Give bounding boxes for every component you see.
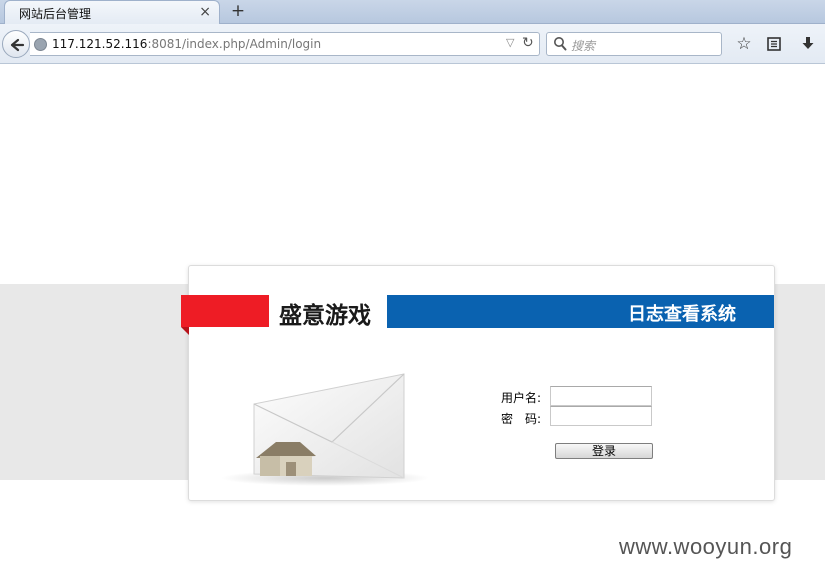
envelope-house-illustration	[221, 373, 429, 486]
active-tab[interactable]: 网站后台管理 ×	[4, 0, 220, 24]
tab-bar: 网站后台管理 × +	[0, 0, 825, 24]
system-title: 日志查看系统	[628, 304, 736, 325]
password-input[interactable]	[550, 406, 652, 426]
search-icon	[554, 37, 567, 51]
watermark: www.wooyun.org	[619, 534, 793, 559]
url-path: :8081/index.php/Admin/login	[147, 37, 322, 51]
brand-logo-text: 盛意游戏	[279, 303, 371, 329]
reload-icon[interactable]: ↻	[522, 35, 534, 51]
search-bar[interactable]: 搜索	[546, 32, 722, 56]
download-icon[interactable]	[798, 34, 818, 54]
new-tab-button[interactable]: +	[228, 1, 248, 21]
reading-list-icon[interactable]	[764, 34, 784, 54]
search-placeholder: 搜索	[571, 39, 596, 53]
address-bar[interactable]: 117.121.52.116:8081/index.php/Admin/logi…	[30, 32, 540, 56]
red-ribbon	[181, 295, 269, 327]
back-arrow-icon	[10, 38, 25, 52]
ribbon-fold	[181, 327, 189, 335]
tab-title: 网站后台管理	[19, 7, 92, 21]
bookmark-star-icon[interactable]: ☆	[734, 34, 754, 54]
username-label: 用户名:	[501, 391, 542, 405]
globe-icon	[34, 38, 47, 51]
navigation-toolbar: 117.121.52.116:8081/index.php/Admin/logi…	[0, 24, 825, 64]
url-host: 117.121.52.116	[52, 37, 148, 51]
url-text[interactable]: 117.121.52.116:8081/index.php/Admin/logi…	[52, 37, 321, 51]
username-input[interactable]	[550, 386, 652, 406]
login-button[interactable]: 登录	[555, 443, 653, 459]
password-label: 密 码:	[501, 412, 542, 426]
tab-close-icon[interactable]: ×	[199, 3, 211, 21]
back-button[interactable]	[2, 30, 30, 58]
dropdown-icon[interactable]: ▽	[506, 36, 514, 49]
